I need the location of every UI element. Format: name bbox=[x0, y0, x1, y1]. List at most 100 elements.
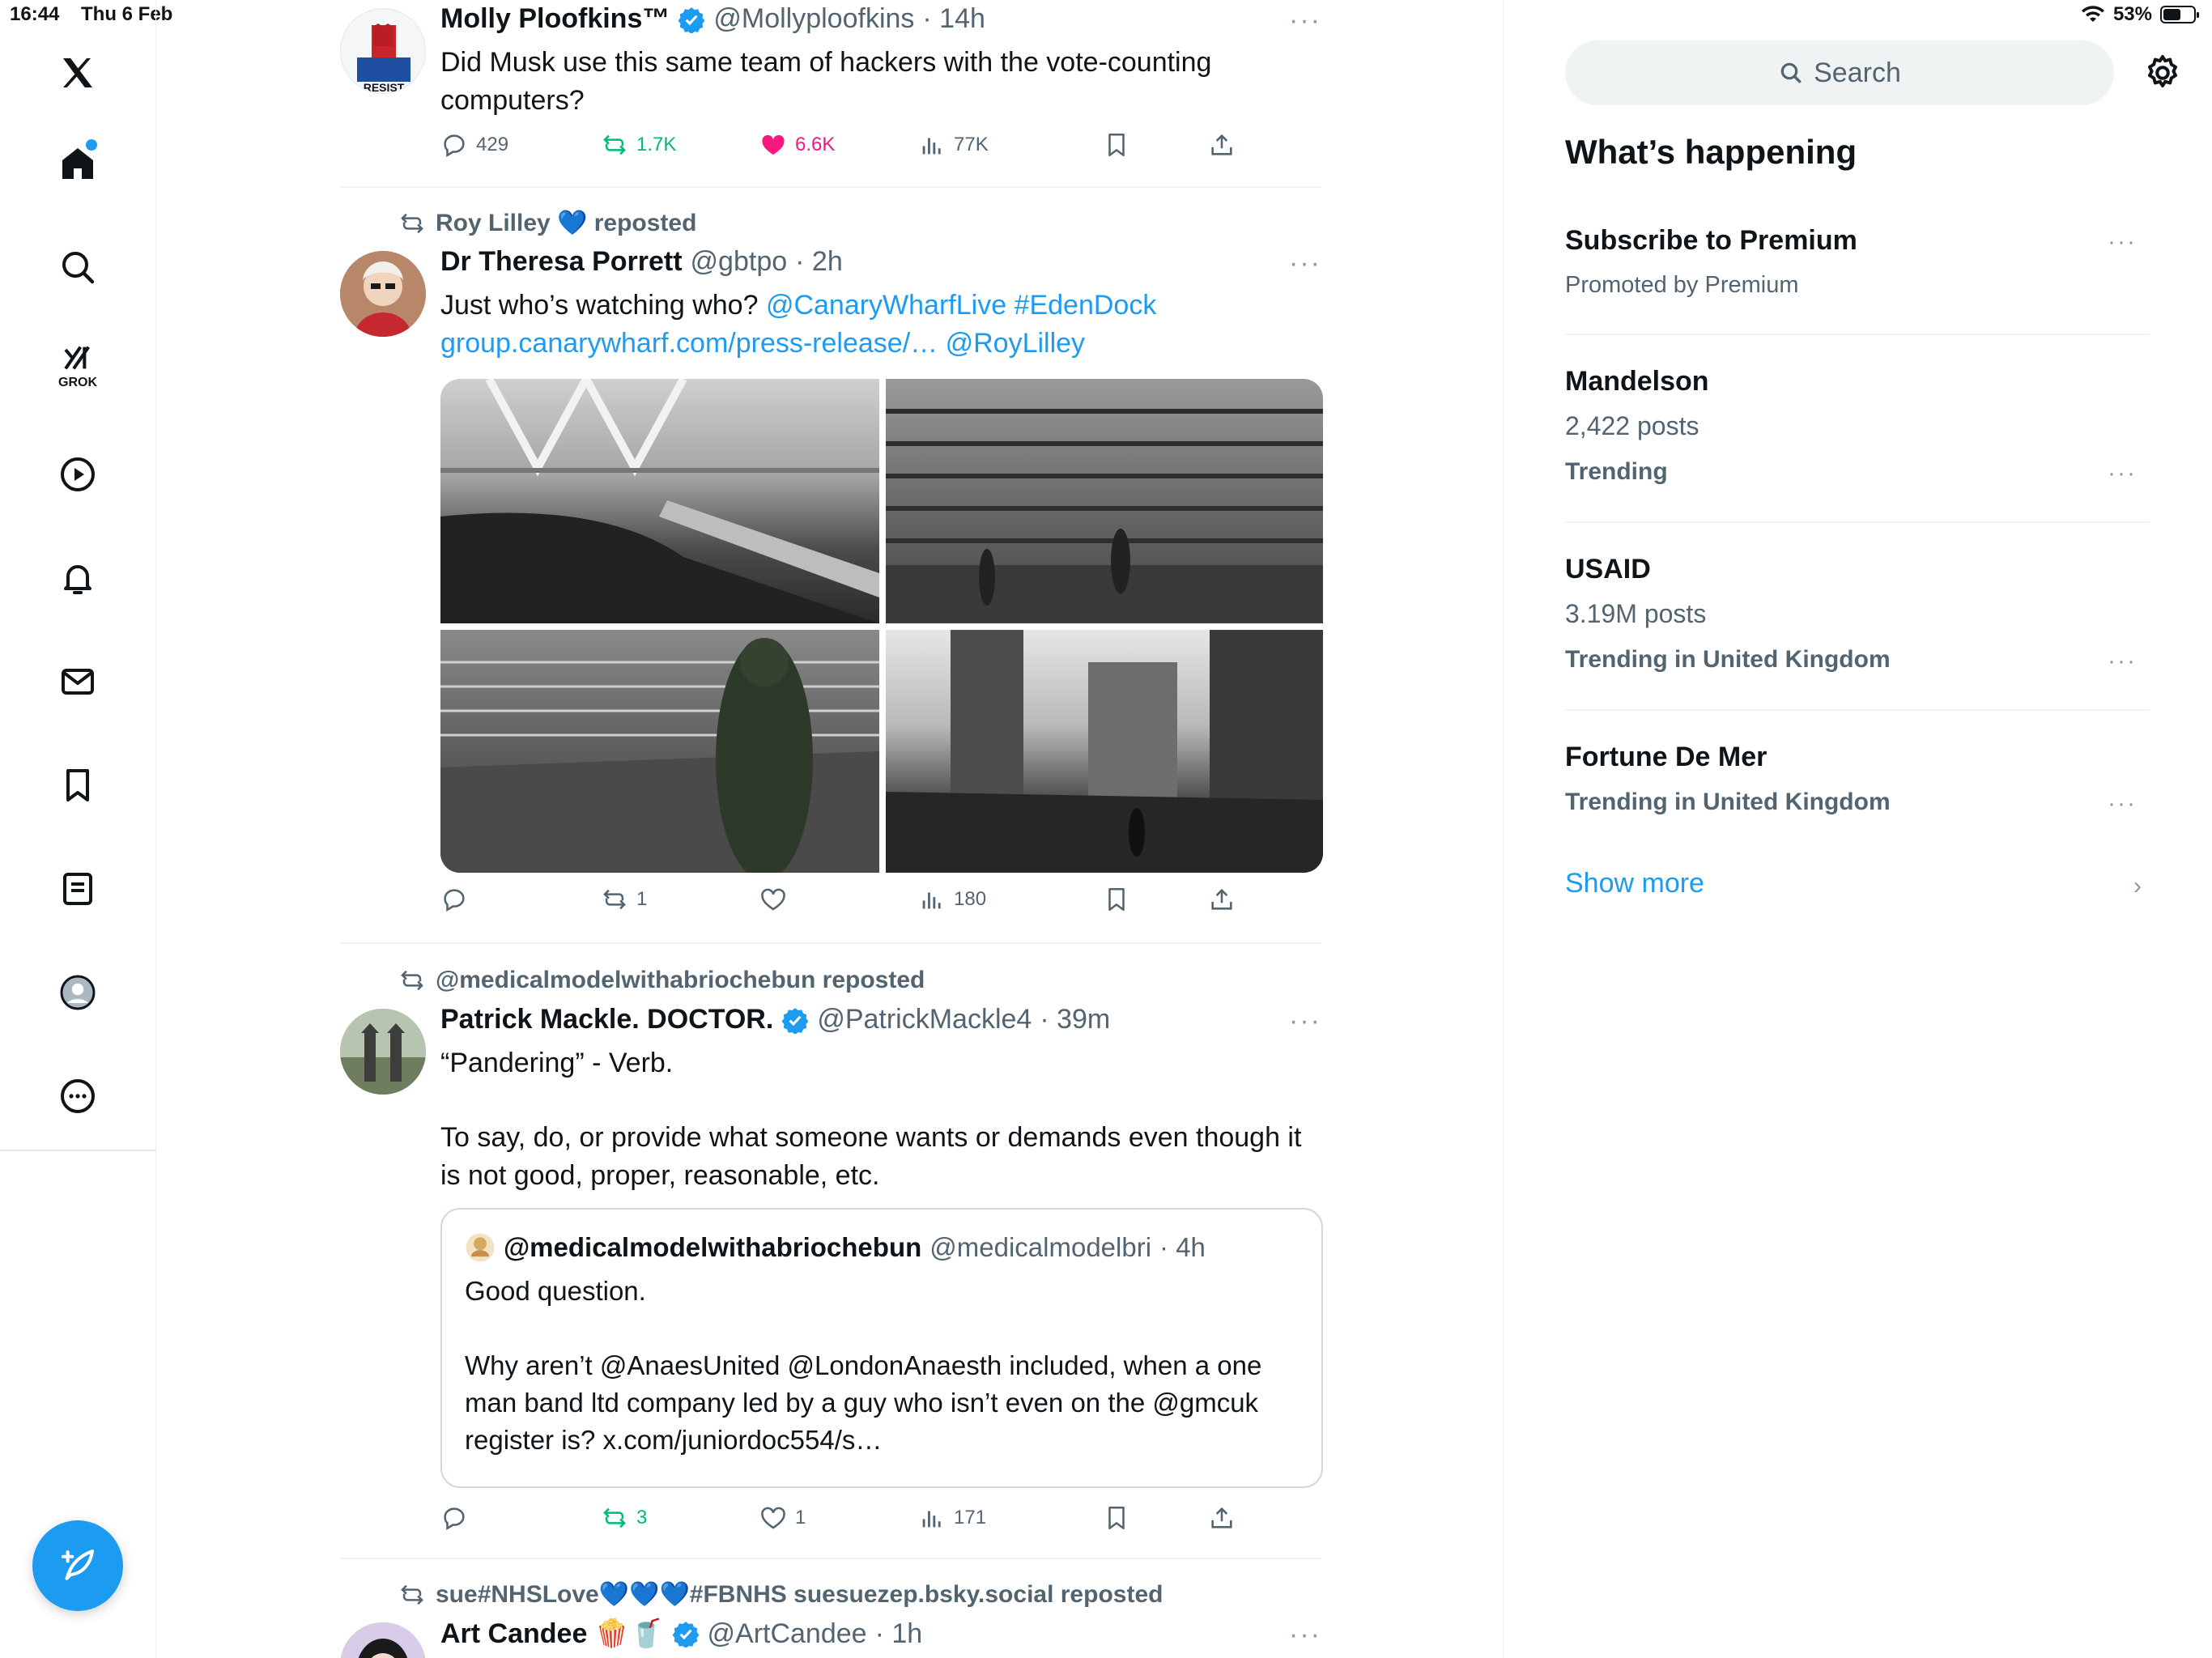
trend-more-button[interactable]: ··· bbox=[2108, 228, 2137, 256]
media-photo[interactable] bbox=[886, 379, 1323, 623]
views-button[interactable]: 77K bbox=[918, 131, 989, 159]
repost-count: 1.7K bbox=[636, 134, 677, 155]
tweet-text-plain: Just who’s watching who? bbox=[440, 290, 766, 321]
home-icon[interactable] bbox=[49, 134, 107, 193]
media-photo[interactable] bbox=[440, 379, 879, 623]
quoted-tweet-time[interactable]: · 4h bbox=[1159, 1232, 1206, 1263]
trend-name: USAID bbox=[1565, 554, 1651, 585]
trend-item[interactable]: USAID 3.19M posts Trending in United Kin… bbox=[1565, 554, 2150, 683]
tweet-time[interactable]: · 39m bbox=[1040, 1004, 1110, 1035]
tweet-more-button[interactable]: ··· bbox=[1289, 5, 1321, 36]
tweet-header: Patrick Mackle. DOCTOR. @PatrickMackle4 … bbox=[440, 1004, 1110, 1035]
trend-more-button[interactable]: ··· bbox=[2108, 460, 2137, 487]
bookmark-button[interactable] bbox=[1103, 131, 1130, 159]
repost-button[interactable]: 3 bbox=[601, 1504, 647, 1532]
repost-button[interactable]: 1 bbox=[601, 886, 647, 913]
tweet-more-button[interactable]: ··· bbox=[1289, 248, 1321, 279]
search-icon[interactable] bbox=[49, 238, 107, 296]
show-more-link[interactable]: Show more bbox=[1565, 868, 1704, 899]
repost-button[interactable]: 1.7K bbox=[601, 131, 676, 159]
x-logo-icon[interactable] bbox=[49, 44, 107, 102]
author-handle[interactable]: @PatrickMackle4 bbox=[817, 1004, 1032, 1035]
tweet-link-url[interactable]: group.canarywharf.com/press-release/… @R… bbox=[440, 328, 1085, 359]
author-name[interactable]: Patrick Mackle. DOCTOR. bbox=[440, 1004, 773, 1035]
right-sidebar: Search What’s happening Subscribe to Pre… bbox=[1503, 0, 2212, 1658]
share-button[interactable] bbox=[1208, 1504, 1236, 1532]
repost-icon bbox=[401, 1584, 423, 1605]
views-count: 77K bbox=[954, 134, 989, 155]
bookmark-icon bbox=[1108, 1506, 1125, 1530]
grok-icon[interactable]: GROK bbox=[49, 337, 107, 395]
tweet-time[interactable]: · 1h bbox=[875, 1618, 923, 1650]
like-button[interactable] bbox=[759, 886, 795, 913]
author-name[interactable]: Molly Ploofkins™ bbox=[440, 3, 670, 35]
tweet-more-button[interactable]: ··· bbox=[1289, 1005, 1321, 1037]
trend-divider bbox=[1565, 709, 2150, 711]
tweet-actions: 1 180 bbox=[440, 886, 1323, 921]
author-name[interactable]: Dr Theresa Porrett bbox=[440, 246, 683, 278]
trend-item[interactable]: Fortune De Mer Trending in United Kingdo… bbox=[1565, 742, 2150, 831]
repost-context-text[interactable]: Roy Lilley 💙 reposted bbox=[436, 209, 696, 237]
reply-button[interactable] bbox=[440, 1504, 476, 1532]
trend-context: Trending bbox=[1565, 458, 1668, 485]
author-name[interactable]: Art Candee 🍿🥤 bbox=[440, 1618, 664, 1650]
views-button[interactable]: 180 bbox=[918, 886, 986, 913]
reply-count: 429 bbox=[476, 134, 509, 155]
author-handle[interactable]: @ArtCandee bbox=[708, 1618, 867, 1650]
tweet-actions: 429 1.7K 6.6K 77K bbox=[440, 131, 1323, 167]
tweet-link-mentions[interactable]: @CanaryWharfLive #EdenDock bbox=[766, 290, 1156, 321]
avatar[interactable] bbox=[340, 251, 426, 337]
repost-context: @medicalmodelwithabriochebun reposted bbox=[398, 967, 925, 994]
author-handle[interactable]: @gbtpo bbox=[691, 246, 788, 278]
search-bar[interactable]: Search bbox=[1565, 40, 2114, 105]
notifications-icon[interactable] bbox=[49, 549, 107, 607]
avatar[interactable]: RESIST bbox=[340, 8, 426, 94]
views-icon bbox=[922, 1511, 941, 1528]
tweet-time[interactable]: · 14h bbox=[922, 3, 985, 35]
views-button[interactable]: 171 bbox=[918, 1504, 986, 1532]
repost-context-text[interactable]: sue#NHSLove💙💙💙#FBNHS suesuezep.bsky.soci… bbox=[436, 1580, 1163, 1609]
lists-icon[interactable] bbox=[49, 860, 107, 918]
bookmark-button[interactable] bbox=[1103, 1504, 1130, 1532]
trend-more-button[interactable]: ··· bbox=[2108, 790, 2137, 818]
verified-badge-icon bbox=[781, 1007, 809, 1034]
tweet-more-button[interactable]: ··· bbox=[1289, 1619, 1321, 1651]
quoted-author-name[interactable]: @medicalmodelwithabriochebun bbox=[504, 1232, 921, 1263]
bookmark-button[interactable] bbox=[1103, 886, 1130, 913]
profile-icon[interactable] bbox=[49, 963, 107, 1022]
search-icon bbox=[1780, 62, 1802, 83]
avatar[interactable] bbox=[340, 1009, 426, 1095]
like-button[interactable]: 1 bbox=[759, 1504, 806, 1532]
repost-context: Roy Lilley 💙 reposted bbox=[398, 209, 696, 237]
heart-icon bbox=[761, 1507, 785, 1529]
compose-button[interactable] bbox=[32, 1520, 123, 1611]
reply-button[interactable]: 429 bbox=[440, 131, 508, 159]
left-navigation: GROK bbox=[0, 0, 156, 1658]
settings-gear-icon[interactable] bbox=[2143, 53, 2182, 92]
quoted-author-handle[interactable]: @medicalmodelbri bbox=[929, 1232, 1151, 1263]
media-photo[interactable] bbox=[886, 630, 1323, 873]
trend-more-button[interactable]: ··· bbox=[2108, 648, 2137, 675]
chevron-right-icon: › bbox=[2133, 873, 2142, 899]
quoted-tweet[interactable]: @medicalmodelwithabriochebun @medicalmod… bbox=[440, 1208, 1323, 1488]
trend-item[interactable]: Mandelson 2,422 posts Trending ··· bbox=[1565, 366, 2150, 495]
share-button[interactable] bbox=[1208, 131, 1236, 159]
repost-icon bbox=[401, 213, 423, 233]
tweet-divider bbox=[340, 186, 1321, 188]
more-icon[interactable] bbox=[49, 1067, 107, 1125]
like-button[interactable]: 6.6K bbox=[759, 131, 835, 159]
home-unread-dot bbox=[86, 139, 97, 151]
repost-context-text[interactable]: @medicalmodelwithabriochebun reposted bbox=[436, 967, 925, 994]
media-photo[interactable] bbox=[440, 630, 879, 873]
trend-item[interactable]: Subscribe to Premium Promoted by Premium… bbox=[1565, 225, 2150, 306]
avatar[interactable] bbox=[340, 1622, 426, 1658]
tweet-header: Molly Ploofkins™ @Mollyploofkins · 14h bbox=[440, 3, 985, 35]
bookmarks-icon[interactable] bbox=[49, 756, 107, 814]
messages-icon[interactable] bbox=[49, 653, 107, 711]
share-button[interactable] bbox=[1208, 886, 1236, 913]
reply-button[interactable] bbox=[440, 886, 476, 913]
heart-filled-icon bbox=[762, 134, 785, 155]
tweet-time[interactable]: · 2h bbox=[795, 246, 843, 278]
video-icon[interactable] bbox=[49, 445, 107, 504]
author-handle[interactable]: @Mollyploofkins bbox=[713, 3, 914, 35]
